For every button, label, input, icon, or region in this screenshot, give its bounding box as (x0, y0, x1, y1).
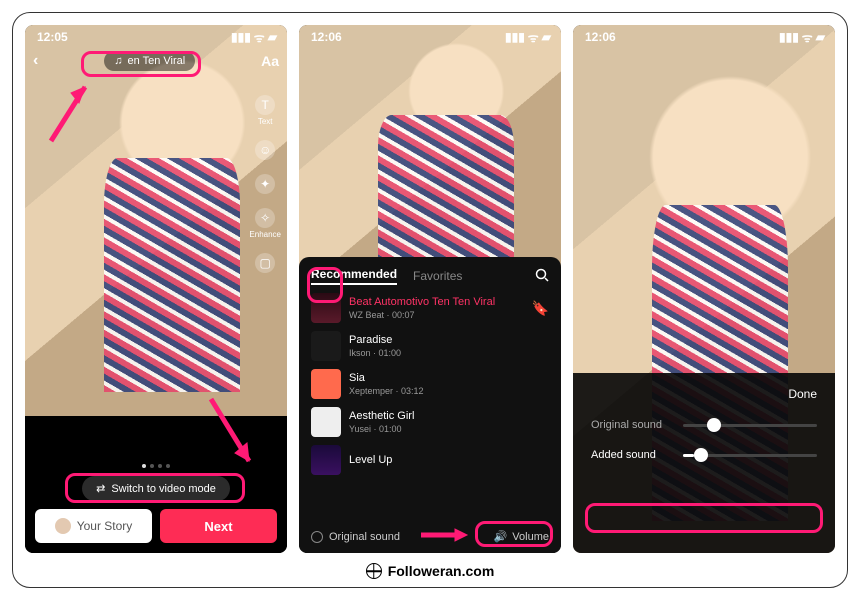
tab-favorites[interactable]: Favorites (413, 269, 462, 283)
swap-icon: ⇄ (96, 482, 105, 495)
song-artist: Ikson · 01:00 (349, 348, 401, 359)
search-button[interactable] (535, 268, 549, 285)
song-row[interactable]: SiaXeptemper · 03:12 (311, 369, 549, 399)
tool-label: Enhance (249, 230, 281, 239)
wifi-icon: ᯤ (528, 29, 539, 46)
attribution-footer: Followeran.com (13, 557, 847, 587)
enhance-icon: ✧ (255, 208, 275, 228)
tool-label: Text (258, 117, 273, 126)
crop-tool[interactable]: ▢ (255, 253, 275, 273)
song-title: Aesthetic Girl (349, 410, 414, 423)
status-icons: ▮▮▮ ᯤ ▰ (779, 29, 825, 46)
effects-tool[interactable]: ✦ (255, 174, 275, 194)
side-toolbar: T Text ☺ ✦ ✧ Enhance ▢ (249, 95, 281, 273)
tab-recommended[interactable]: Recommended (311, 267, 397, 285)
text-tool[interactable]: T Text (255, 95, 275, 126)
sound-chip-label: en Ten Viral (127, 55, 185, 67)
next-button[interactable]: Next (160, 509, 277, 543)
screenshot-3: 12:06 ▮▮▮ ᯤ ▰ Done Original sound Added … (573, 25, 835, 553)
back-button[interactable]: ‹ (33, 52, 38, 70)
editor-top-bar: ‹ ♫ en Ten Viral Aa (25, 47, 287, 75)
annotation-arrow-icon (201, 391, 261, 471)
status-bar: 12:06 ▮▮▮ ᯤ ▰ (573, 25, 835, 47)
signal-icon: ▮▮▮ (231, 30, 251, 44)
screenshots-row: 12:05 ▮▮▮ ᯤ ▰ ‹ ♫ en Ten Viral Aa T Text (13, 13, 847, 557)
song-title: Level Up (349, 454, 392, 467)
crop-icon: ▢ (255, 253, 275, 273)
wifi-icon: ᯤ (254, 29, 265, 46)
volume-label: Volume (512, 531, 549, 543)
album-art (311, 445, 341, 475)
signal-icon: ▮▮▮ (779, 30, 799, 44)
original-sound-radio[interactable] (311, 531, 323, 543)
clock: 12:06 (585, 30, 616, 44)
song-title: Beat Automotivo Ten Ten Viral (349, 296, 495, 309)
status-bar: 12:06 ▮▮▮ ᯤ ▰ (299, 25, 561, 47)
footer-text: Followeran.com (388, 563, 495, 579)
annotation-arrow-icon (43, 79, 93, 149)
song-title: Paradise (349, 334, 401, 347)
video-preview (299, 25, 561, 289)
sound-chip[interactable]: ♫ en Ten Viral (104, 51, 195, 71)
search-icon (535, 268, 549, 282)
song-row[interactable]: Aesthetic GirlYusei · 01:00 (311, 407, 549, 437)
status-icons: ▮▮▮ ᯤ ▰ (505, 29, 551, 46)
original-sound-slider[interactable] (683, 424, 817, 427)
song-row[interactable]: Level Up (311, 445, 549, 475)
song-row[interactable]: ParadiseIkson · 01:00 (311, 331, 549, 361)
screenshot-2: 12:06 ▮▮▮ ᯤ ▰ Recommended Favorites (299, 25, 561, 553)
album-art (311, 331, 341, 361)
music-note-icon: ♫ (114, 55, 122, 67)
added-sound-slider-row: Added sound (591, 449, 817, 461)
song-artist: Yusei · 01:00 (349, 424, 414, 435)
avatar (55, 518, 71, 534)
switch-video-mode-button[interactable]: ⇄ Switch to video mode (82, 476, 230, 501)
original-sound-slider-row: Original sound (591, 419, 817, 431)
page-dots (142, 464, 170, 468)
your-story-label: Your Story (77, 519, 133, 533)
song-artist: Xeptemper · 03:12 (349, 386, 424, 397)
battery-icon: ▰ (816, 30, 825, 44)
signal-icon: ▮▮▮ (505, 30, 525, 44)
added-sound-slider[interactable] (683, 454, 817, 457)
sticker-icon: ☺ (255, 140, 275, 160)
enhance-tool[interactable]: ✧ Enhance (249, 208, 281, 239)
clock: 12:06 (311, 30, 342, 44)
speaker-icon: 🔊 (494, 530, 508, 543)
your-story-button[interactable]: Your Story (35, 509, 152, 543)
song-artist: WZ Beat · 00:07 (349, 310, 495, 321)
music-picker-sheet: Recommended Favorites Beat Automotivo Te… (299, 257, 561, 553)
sticker-tool[interactable]: ☺ (255, 140, 275, 160)
tutorial-card: 12:05 ▮▮▮ ᯤ ▰ ‹ ♫ en Ten Viral Aa T Text (12, 12, 848, 588)
wifi-icon: ᯤ (802, 29, 813, 46)
album-art (311, 293, 341, 323)
original-sound-label: Original sound (329, 531, 400, 543)
status-icons: ▮▮▮ ᯤ ▰ (231, 29, 277, 46)
volume-button[interactable]: 🔊 Volume (494, 530, 549, 543)
text-icon: T (255, 95, 275, 115)
sparkle-icon: ✦ (255, 174, 275, 194)
song-row[interactable]: Beat Automotivo Ten Ten ViralWZ Beat · 0… (311, 293, 549, 323)
battery-icon: ▰ (268, 30, 277, 44)
clock: 12:05 (37, 30, 68, 44)
song-list: Beat Automotivo Ten Ten ViralWZ Beat · 0… (311, 293, 549, 475)
album-art (311, 369, 341, 399)
battery-icon: ▰ (542, 30, 551, 44)
music-tabs: Recommended Favorites (311, 267, 549, 285)
done-button[interactable]: Done (788, 387, 817, 401)
status-bar: 12:05 ▮▮▮ ᯤ ▰ (25, 25, 287, 47)
bookmark-button[interactable]: 🔖 (532, 300, 549, 317)
screenshot-1: 12:05 ▮▮▮ ᯤ ▰ ‹ ♫ en Ten Viral Aa T Text (25, 25, 287, 553)
slider-label: Added sound (591, 449, 673, 461)
text-tool-button[interactable]: Aa (261, 53, 279, 69)
switch-label: Switch to video mode (111, 483, 216, 495)
album-art (311, 407, 341, 437)
volume-sheet: Done Original sound Added sound (573, 373, 835, 553)
next-label: Next (204, 519, 232, 534)
annotation-arrow-icon (419, 525, 469, 545)
slider-label: Original sound (591, 419, 673, 431)
globe-icon (366, 563, 382, 579)
song-title: Sia (349, 372, 424, 385)
